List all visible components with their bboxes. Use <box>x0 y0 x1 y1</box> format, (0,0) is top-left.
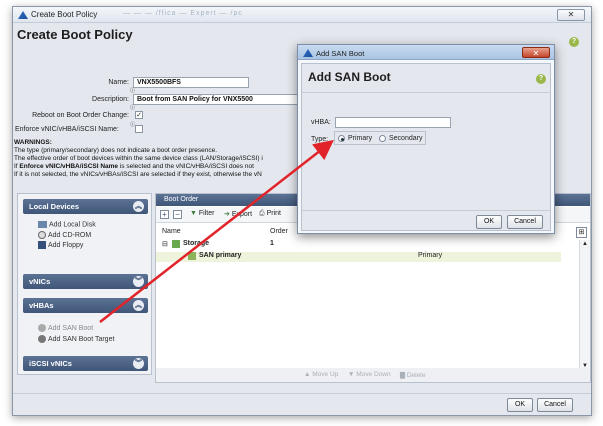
arrow-line <box>99 139 334 323</box>
annotation-arrow <box>99 139 334 323</box>
